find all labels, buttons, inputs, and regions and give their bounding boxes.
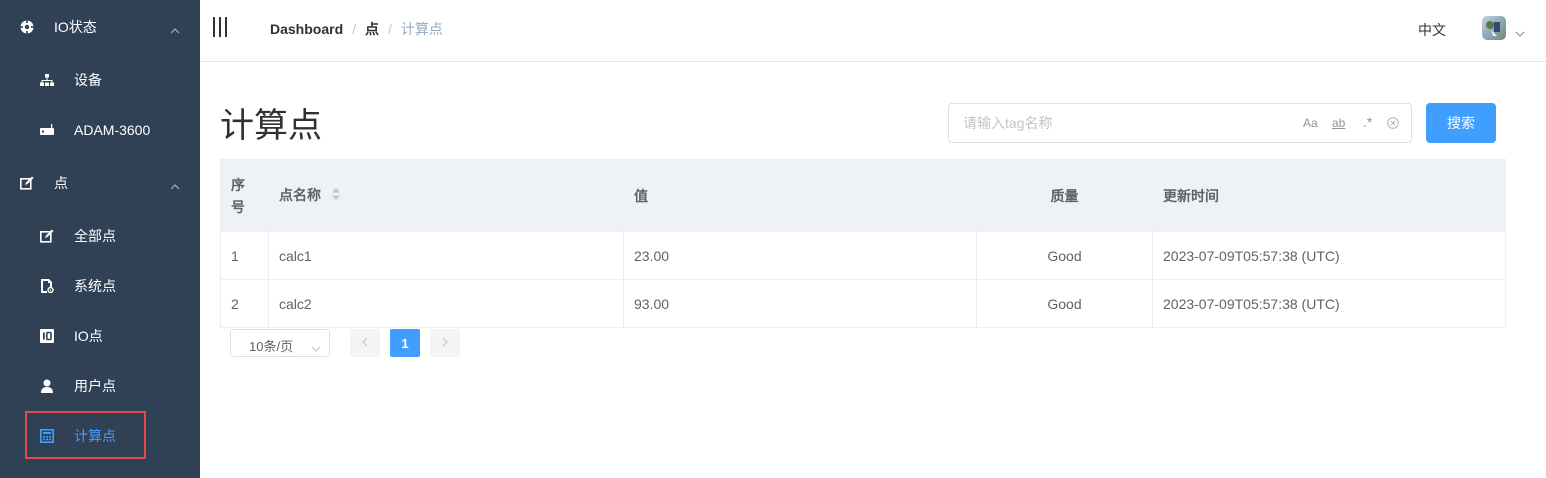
breadcrumb: Dashboard / 点 / 计算点 (270, 19, 443, 39)
clear-icon[interactable] (1387, 117, 1399, 132)
point-edit-icon (20, 176, 34, 190)
breadcrumb-current: 计算点 (400, 21, 443, 37)
selection-highlight (25, 411, 146, 459)
sidebar-item-io-points[interactable]: IO点 (0, 311, 200, 361)
chevron-right-icon (442, 334, 448, 352)
io-badge-icon (40, 329, 54, 343)
sidebar-item-label: IO点 (74, 328, 103, 344)
sidebar-item-user-points[interactable]: 用户点 (0, 361, 200, 411)
points-table: 序号 点名称 值 质量 更新时间 1 calc1 23.00 Good 2023 (220, 159, 1506, 328)
sidebar-group-io-status[interactable]: IO状态 (0, 2, 200, 52)
search-button[interactable]: 搜索 (1426, 103, 1496, 143)
language-switch[interactable]: 中文 (1418, 20, 1446, 40)
prev-page-button[interactable] (350, 329, 380, 357)
sidebar-item-label: 系统点 (74, 278, 116, 294)
cell-quality: Good (976, 231, 1153, 280)
search-input[interactable] (963, 104, 1293, 142)
avatar[interactable] (1482, 16, 1506, 40)
sidebar-item-system-points[interactable]: 系统点 (0, 261, 200, 311)
app-root: IO状态 设备 ADAM-3600 点 全部点 系统点 IO点 用户点 计算点 … (0, 0, 1546, 478)
cell-updated: 2023-07-09T05:57:38 (UTC) (1152, 279, 1506, 328)
column-header-value: 值 (623, 159, 977, 232)
system-doc-icon (40, 279, 54, 294)
sidebar: IO状态 设备 ADAM-3600 点 全部点 系统点 IO点 用户点 计算点 (0, 0, 200, 478)
table-row[interactable]: 2 calc2 93.00 Good 2023-07-09T05:57:38 (… (220, 279, 1506, 328)
chevron-left-icon (362, 334, 368, 352)
cell-updated: 2023-07-09T05:57:38 (UTC) (1152, 231, 1506, 280)
page-number-current[interactable]: 1 (390, 329, 420, 357)
cell-value: 23.00 (623, 231, 977, 280)
match-case-icon[interactable]: Aa (1303, 116, 1318, 130)
cell-index: 2 (220, 279, 269, 328)
chevron-down-icon[interactable] (1515, 24, 1525, 42)
breadcrumb-dashboard[interactable]: Dashboard (270, 21, 343, 37)
column-header-name[interactable]: 点名称 (268, 159, 624, 232)
next-page-button[interactable] (430, 329, 460, 357)
sidebar-item-devices[interactable]: 设备 (0, 55, 200, 105)
io-status-icon (20, 20, 34, 34)
breadcrumb-points[interactable]: 点 (365, 19, 379, 39)
column-header-index: 序号 (220, 159, 269, 232)
hamburger-icon[interactable] (212, 17, 228, 37)
search-field[interactable]: Aa ab .* (948, 103, 1412, 143)
regex-icon[interactable]: .* (1363, 114, 1372, 130)
sort-icon[interactable] (331, 185, 341, 207)
router-icon (40, 123, 54, 137)
cell-index: 1 (220, 231, 269, 280)
cell-quality: Good (976, 279, 1153, 328)
page-size-select[interactable]: 10条/页 (230, 329, 330, 357)
page-size-label: 10条/页 (249, 339, 294, 354)
top-navbar: Dashboard / 点 / 计算点 中文 (200, 0, 1546, 62)
sitemap-icon (40, 73, 54, 87)
breadcrumb-separator: / (388, 21, 392, 37)
sidebar-item-label: 全部点 (74, 228, 116, 244)
chevron-up-icon (170, 177, 180, 193)
sidebar-group-label: 点 (54, 175, 68, 191)
sidebar-item-label: ADAM-3600 (74, 122, 151, 138)
breadcrumb-separator: / (352, 21, 357, 37)
cell-value: 93.00 (623, 279, 977, 328)
cell-name: calc2 (268, 279, 624, 328)
sidebar-group-label: IO状态 (54, 19, 97, 35)
table-row[interactable]: 1 calc1 23.00 Good 2023-07-09T05:57:38 (… (220, 231, 1506, 280)
page-title: 计算点 (220, 107, 322, 145)
sidebar-group-points[interactable]: 点 (0, 158, 200, 208)
table-header-row: 序号 点名称 值 质量 更新时间 (220, 159, 1506, 232)
chevron-down-icon (311, 340, 321, 355)
sidebar-item-all-points[interactable]: 全部点 (0, 211, 200, 261)
column-header-updated: 更新时间 (1152, 159, 1506, 232)
chevron-up-icon (170, 21, 180, 37)
edit-icon (40, 229, 54, 243)
column-header-quality: 质量 (976, 159, 1153, 232)
sidebar-item-adam-3600[interactable]: ADAM-3600 (0, 105, 200, 155)
sidebar-item-label: 用户点 (74, 378, 116, 394)
sidebar-item-label: 设备 (74, 72, 102, 88)
whole-word-icon[interactable]: ab (1332, 116, 1345, 130)
cell-name: calc1 (268, 231, 624, 280)
user-icon (40, 379, 54, 393)
